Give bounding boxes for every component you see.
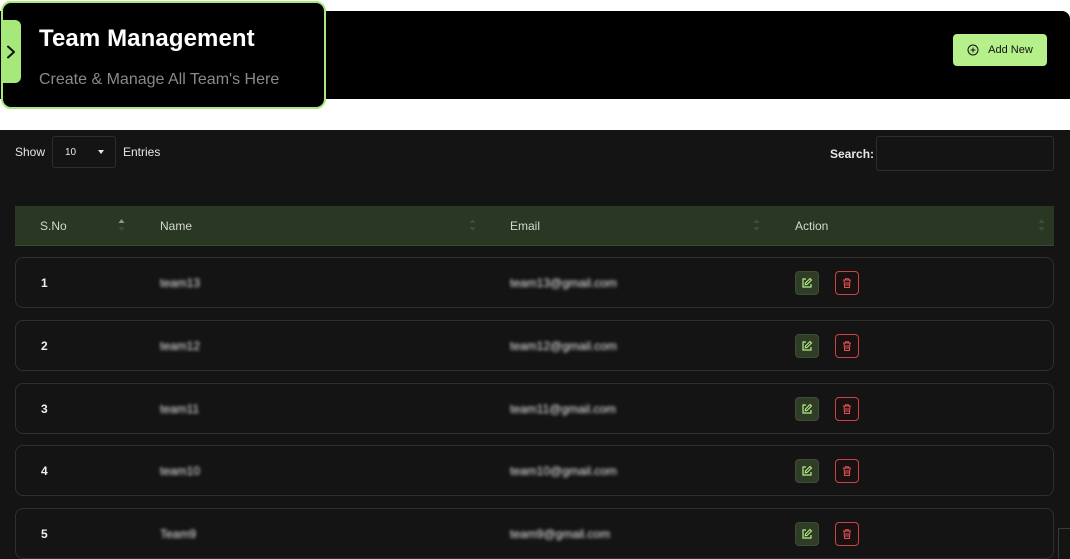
sort-icon[interactable] xyxy=(118,218,125,232)
column-header-action: Action xyxy=(795,219,829,233)
search-input[interactable] xyxy=(876,136,1054,171)
row-email: team10@gmail.com xyxy=(510,464,617,478)
delete-button[interactable] xyxy=(835,271,859,295)
chevron-right-icon xyxy=(7,45,15,58)
title-card: Team Management Create & Manage All Team… xyxy=(1,1,326,109)
edit-button[interactable] xyxy=(795,459,819,483)
edit-icon xyxy=(802,277,813,288)
delete-button[interactable] xyxy=(835,522,859,546)
add-new-button[interactable]: Add New xyxy=(953,34,1047,66)
table-row: 3 team11 team11@gmail.com xyxy=(15,383,1054,434)
edit-button[interactable] xyxy=(795,271,819,295)
delete-button[interactable] xyxy=(835,334,859,358)
scrollbar-corner xyxy=(1058,528,1070,559)
edit-icon xyxy=(802,528,813,539)
entries-label: Entries xyxy=(123,145,161,159)
team-table-panel: Show 10 Entries Search: S.No Name Email … xyxy=(0,130,1070,559)
caret-down-icon xyxy=(98,150,104,154)
column-header-name[interactable]: Name xyxy=(160,219,192,233)
entries-select[interactable]: 10 xyxy=(52,136,116,168)
row-name: team11 xyxy=(160,402,200,416)
table-row: 1 team13 team13@gmail.com xyxy=(15,257,1054,308)
page-subtitle: Create & Manage All Team's Here xyxy=(39,71,280,88)
delete-button[interactable] xyxy=(835,459,859,483)
row-name: Team9 xyxy=(160,527,197,541)
row-sno: 1 xyxy=(41,276,48,290)
row-name: team12 xyxy=(160,339,201,353)
add-new-label: Add New xyxy=(988,44,1033,56)
row-sno: 5 xyxy=(41,527,48,541)
edit-button[interactable] xyxy=(795,522,819,546)
edit-icon xyxy=(802,340,813,351)
edit-button[interactable] xyxy=(795,397,819,421)
row-name: team10 xyxy=(160,464,201,478)
row-email: team13@gmail.com xyxy=(510,276,617,290)
trash-icon xyxy=(843,529,851,539)
trash-icon xyxy=(843,278,851,288)
row-sno: 3 xyxy=(41,402,48,416)
edit-icon xyxy=(802,465,813,476)
sort-icon[interactable] xyxy=(753,218,760,232)
table-row: 5 Team9 team9@gmail.com xyxy=(15,508,1054,559)
plus-circle-icon xyxy=(967,44,979,56)
trash-icon xyxy=(843,466,851,476)
trash-icon xyxy=(843,341,851,351)
column-header-email[interactable]: Email xyxy=(510,219,540,233)
row-email: team9@gmail.com xyxy=(510,527,611,541)
table-header: S.No Name Email Action xyxy=(15,206,1054,246)
row-sno: 4 xyxy=(41,464,48,478)
row-email: team11@gmail.com xyxy=(510,402,616,416)
row-email: team12@gmail.com xyxy=(510,339,617,353)
column-header-sno[interactable]: S.No xyxy=(40,219,67,233)
search-label: Search: xyxy=(830,147,875,161)
show-label: Show xyxy=(15,145,46,159)
sort-icon[interactable] xyxy=(469,218,476,232)
sort-icon[interactable] xyxy=(1038,218,1045,232)
row-sno: 2 xyxy=(41,339,48,353)
table-row: 4 team10 team10@gmail.com xyxy=(15,445,1054,496)
page-title: Team Management xyxy=(39,25,255,52)
table-row: 2 team12 team12@gmail.com xyxy=(15,320,1054,371)
delete-button[interactable] xyxy=(835,397,859,421)
trash-icon xyxy=(843,404,851,414)
entries-value: 10 xyxy=(65,146,77,158)
sidebar-toggle-button[interactable] xyxy=(1,20,21,83)
row-name: team13 xyxy=(160,276,201,290)
edit-button[interactable] xyxy=(795,334,819,358)
edit-icon xyxy=(802,403,813,414)
